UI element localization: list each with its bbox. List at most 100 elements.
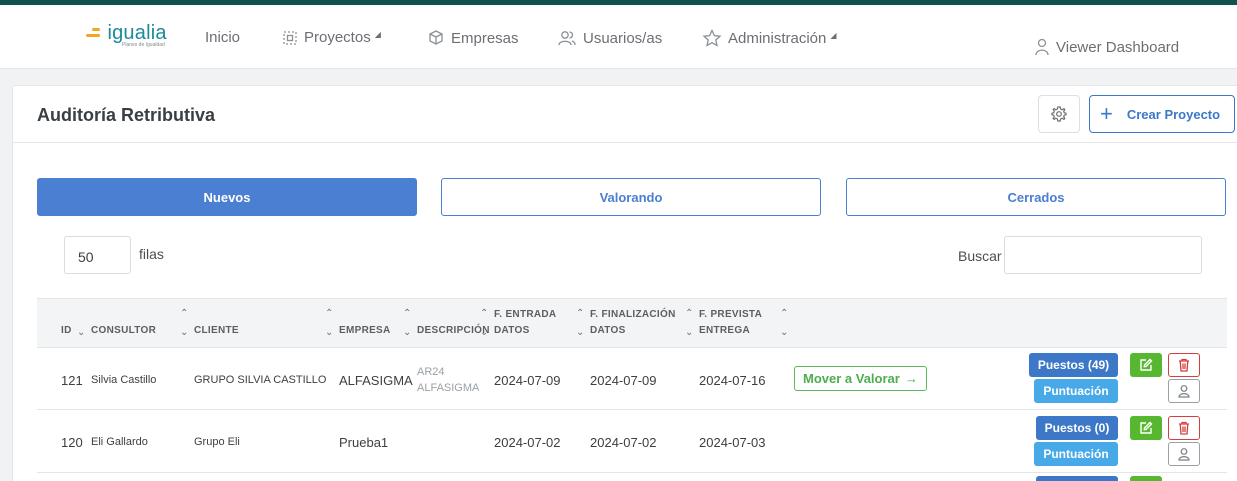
create-project-button[interactable]: + Crear Proyecto <box>1089 95 1235 133</box>
edit-icon <box>1140 421 1153 434</box>
col-descripcion[interactable]: DESCRIPCIÓN <box>417 323 490 339</box>
nav-item-empresas[interactable]: Empresas <box>427 29 519 47</box>
sort-asc-icon[interactable]: ⌃ <box>403 309 411 319</box>
search-input[interactable] <box>1004 236 1202 274</box>
col-f-entrada-line1: F. ENTRADA <box>494 309 557 320</box>
cell-id: 121 <box>61 373 83 388</box>
col-f-entrada[interactable]: F. ENTRADA DATOS <box>494 307 556 339</box>
col-id[interactable]: ID <box>61 323 72 339</box>
edit-icon <box>1140 358 1153 371</box>
cell-consultor: Silvia Castillo <box>91 374 157 386</box>
col-f-entrada-line2: DATOS <box>494 325 530 336</box>
caret-icon: ◢ <box>830 30 837 40</box>
cell-consultor: Eli Gallardo <box>91 436 148 448</box>
nav-item-proyectos[interactable]: Proyectos ◢ <box>282 29 381 46</box>
cell-cliente: Grupo Eli <box>194 436 240 448</box>
assign-user-button[interactable] <box>1168 442 1200 466</box>
user-icon <box>1178 385 1190 398</box>
col-consultor[interactable]: CONSULTOR <box>91 323 156 339</box>
cell-descripcion-line2: ALFASIGMA <box>417 382 480 394</box>
table-row: 120 Eli Gallardo Grupo Eli Prueba1 2024-… <box>37 411 1227 473</box>
nav-item-usuarios[interactable]: Usuarios/as <box>557 29 662 47</box>
star-icon <box>702 29 722 47</box>
user-name: Viewer Dashboard <box>1056 38 1180 56</box>
tab-nuevos[interactable]: Nuevos <box>37 178 417 216</box>
logo-text: igualia <box>107 22 167 44</box>
sort-desc-icon[interactable]: ⌄ <box>180 328 188 338</box>
tab-valorando[interactable]: Valorando <box>441 178 821 216</box>
puestos-button-partial[interactable] <box>1036 476 1118 481</box>
assign-user-button[interactable] <box>1168 379 1200 403</box>
sort-desc-icon[interactable]: ⌄ <box>325 328 333 338</box>
user-menu[interactable]: Viewer Dashboard <box>1034 38 1179 56</box>
sort-desc-icon[interactable]: ⌄ <box>77 328 85 338</box>
search-label: Buscar <box>958 248 1002 264</box>
nav-label: Usuarios/as <box>583 29 663 47</box>
sort-asc-icon[interactable]: ⌃ <box>180 309 188 319</box>
sort-asc-icon[interactable]: ⌃ <box>325 309 333 319</box>
col-f-finalizacion-line1: F. FINALIZACIÓN <box>590 309 676 320</box>
rows-per-page-input[interactable]: 50 <box>64 236 131 274</box>
cell-empresa: Prueba1 <box>339 435 389 450</box>
cell-cliente: GRUPO SILVIA CASTILLO <box>194 374 327 386</box>
sort-desc-icon[interactable]: ⌄ <box>576 328 584 338</box>
col-f-finalizacion[interactable]: F. FINALIZACIÓN DATOS <box>590 307 676 339</box>
sort-asc-icon[interactable]: ⌃ <box>780 309 788 319</box>
cell-f-entrada: 2024-07-09 <box>494 373 561 388</box>
table-header: ID ⌄ CONSULTOR ⌃ ⌄ CLIENTE ⌃ ⌄ EMPRESA ⌃… <box>37 298 1227 348</box>
nav-label: Proyectos <box>304 29 371 46</box>
sort-desc-icon[interactable]: ⌄ <box>480 328 488 338</box>
cell-f-finalizacion: 2024-07-09 <box>590 373 657 388</box>
move-label: Mover a Valorar <box>803 371 900 386</box>
nav-item-inicio[interactable]: Inicio <box>205 29 240 46</box>
cell-descripcion-line1: AR24 <box>417 366 445 378</box>
cell-f-prevista: 2024-07-16 <box>699 373 766 388</box>
logo-tagline: Planes de Igualdad <box>122 42 165 48</box>
tab-cerrados[interactable]: Cerrados <box>846 178 1226 216</box>
sort-desc-icon[interactable]: ⌄ <box>685 328 693 338</box>
gear-icon <box>1051 106 1067 122</box>
sort-asc-icon[interactable]: ⌃ <box>480 309 488 319</box>
edit-button-partial[interactable] <box>1130 476 1162 481</box>
table-row: 121 Silvia Castillo GRUPO SILVIA CASTILL… <box>37 348 1227 410</box>
col-empresa[interactable]: EMPRESA <box>339 323 391 339</box>
puntuacion-button[interactable]: Puntuación <box>1034 442 1118 466</box>
puestos-button[interactable]: Puestos (49) <box>1029 353 1118 377</box>
user-icon <box>1035 38 1049 56</box>
sort-desc-icon[interactable]: ⌄ <box>780 328 788 338</box>
puntuacion-button[interactable]: Puntuación <box>1034 379 1118 403</box>
col-cliente[interactable]: CLIENTE <box>194 323 239 339</box>
sort-asc-icon[interactable]: ⌃ <box>576 309 584 319</box>
delete-button[interactable] <box>1168 416 1200 440</box>
box-icon <box>429 30 443 45</box>
cell-empresa: ALFASIGMA <box>339 373 413 388</box>
cell-descripcion: AR24 ALFASIGMA <box>417 364 479 396</box>
nav-item-administracion[interactable]: Administración ◢ <box>702 29 837 47</box>
create-project-label: Crear Proyecto <box>1126 106 1221 122</box>
igualia-logo[interactable]: igualia Planes de Igualdad <box>86 22 167 48</box>
nav-label: Inicio <box>205 29 241 46</box>
nav-label: Empresas <box>451 29 519 47</box>
page-title: Auditoría Retributiva <box>37 105 216 125</box>
plus-icon: + <box>1100 101 1113 126</box>
col-f-prevista[interactable]: F. PREVISTA ENTREGA <box>699 307 762 339</box>
settings-button[interactable] <box>1038 95 1080 133</box>
cell-id: 120 <box>61 435 83 450</box>
trash-icon <box>1179 358 1189 372</box>
sort-desc-icon[interactable]: ⌄ <box>403 328 411 338</box>
arrow-right-icon: → <box>904 371 918 386</box>
move-to-valorar-button[interactable]: Mover a Valorar → <box>794 366 927 391</box>
puestos-button[interactable]: Puestos (0) <box>1036 416 1118 440</box>
edit-button[interactable] <box>1130 353 1162 377</box>
trash-icon <box>1179 421 1189 435</box>
col-f-finalizacion-line2: DATOS <box>590 325 626 336</box>
col-f-prevista-line1: F. PREVISTA <box>699 309 763 320</box>
sort-asc-icon[interactable]: ⌃ <box>685 309 693 319</box>
logo-mark-icon <box>86 28 100 40</box>
edit-button[interactable] <box>1130 416 1162 440</box>
navbar: igualia Planes de Igualdad Inicio Proyec… <box>0 5 1237 69</box>
delete-button[interactable] <box>1168 353 1200 377</box>
nav-label: Administración <box>728 29 827 47</box>
col-f-prevista-line2: ENTREGA <box>699 325 750 336</box>
projects-card: Auditoría Retributiva + Crear Proyecto N… <box>12 85 1237 481</box>
